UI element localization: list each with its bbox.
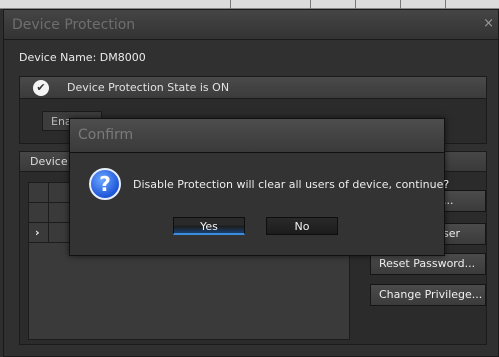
dialog-title: Confirm [78, 127, 134, 143]
question-icon: ? [89, 168, 121, 200]
strip-divider [445, 0, 446, 9]
window-title: Device Protection [12, 17, 136, 33]
delete-user-button-label: ser [443, 227, 461, 240]
dialog-message: Disable Protection will clear all users … [133, 178, 450, 191]
strip-divider [310, 0, 311, 9]
strip-divider [355, 0, 356, 9]
strip-divider [400, 0, 401, 9]
no-button[interactable]: No [266, 217, 338, 235]
row-header [29, 203, 49, 222]
reset-password-button[interactable]: Reset Password... [370, 253, 486, 275]
yes-button[interactable]: Yes [173, 217, 245, 235]
window-title-bar[interactable]: Device Protection × [4, 10, 498, 40]
row-header: › [29, 223, 49, 242]
device-name-label: Device Name: DM8000 [19, 51, 146, 64]
close-icon[interactable]: × [483, 16, 494, 31]
background-app-strip [0, 0, 499, 9]
strip-divider [230, 0, 231, 9]
row-header [29, 183, 49, 202]
protection-state-label: Device Protection State is ON [67, 81, 230, 94]
row-arrow-icon: › [35, 226, 40, 239]
dialog-title-bar[interactable]: Confirm [70, 119, 444, 153]
protection-state-bar: ✔ Device Protection State is ON [20, 77, 486, 99]
confirm-dialog: Confirm ? Disable Protection will clear … [69, 118, 449, 256]
check-icon: ✔ [33, 80, 49, 96]
change-privilege-button[interactable]: Change Privilege... [370, 284, 486, 306]
